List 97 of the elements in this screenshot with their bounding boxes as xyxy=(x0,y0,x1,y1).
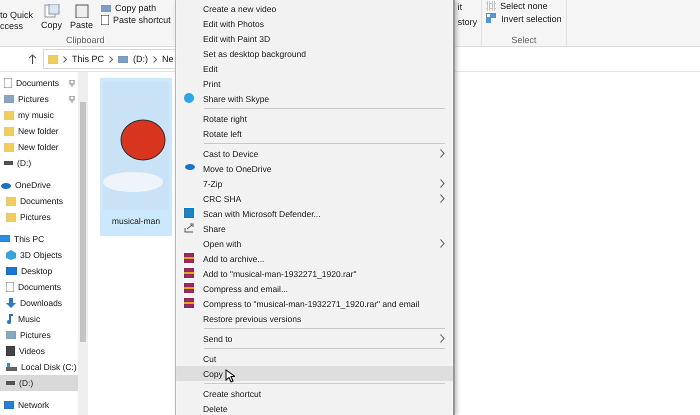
ribbon-button[interactable]: Select none xyxy=(486,0,548,12)
cloud-icon xyxy=(0,182,11,188)
monitor-icon xyxy=(0,234,10,244)
nav-item[interactable]: Network xyxy=(0,397,78,413)
menu-item[interactable]: Create a new video xyxy=(176,1,453,16)
menu-item[interactable]: Edit with Paint 3D xyxy=(176,31,453,46)
nav-item[interactable]: Downloads xyxy=(0,295,78,311)
drive-icon xyxy=(6,381,15,385)
menu-item[interactable]: Set as desktop background xyxy=(176,46,453,61)
menu-item[interactable]: Print xyxy=(176,76,453,91)
nav-item[interactable]: Pictures xyxy=(0,209,78,225)
download-icon xyxy=(6,298,16,308)
menu-item[interactable]: Copy xyxy=(176,366,453,381)
cube-icon xyxy=(6,250,16,260)
chevron-icon xyxy=(109,56,114,62)
archive-icon xyxy=(184,253,194,263)
music-note-icon xyxy=(6,314,14,324)
nav-item[interactable]: This PC xyxy=(0,231,78,247)
mouse-cursor-icon xyxy=(225,369,235,383)
nav-item[interactable]: Local Disk (C:) xyxy=(0,359,78,375)
ribbon-button[interactable]: Paste xyxy=(70,4,94,30)
menu-item[interactable]: Share xyxy=(176,221,453,236)
group-label: Select xyxy=(510,34,538,46)
file-tile[interactable]: musical-man xyxy=(100,78,172,236)
ribbon-label: ccess xyxy=(0,21,24,32)
share-icon xyxy=(184,223,194,233)
document-icon xyxy=(4,78,12,88)
scrollbar[interactable] xyxy=(78,72,88,415)
ribbon-label: to Quick xyxy=(0,10,34,21)
grid-icon xyxy=(486,13,498,24)
menu-item[interactable]: Rotate left xyxy=(176,126,453,141)
breadcrumb[interactable]: This PC xyxy=(72,54,104,64)
menu-item[interactable]: Restore previous versions xyxy=(176,311,453,326)
menu-item[interactable]: Scan with Microsoft Defender... xyxy=(176,206,453,221)
nav-item[interactable]: Pictures xyxy=(0,327,78,343)
chevron-icon xyxy=(63,56,67,62)
menu-item[interactable]: 7-Zip xyxy=(176,176,453,191)
ribbon-button[interactable]: Copy path xyxy=(101,2,171,14)
chevron-icon xyxy=(153,56,158,62)
archive-icon xyxy=(184,268,194,278)
nav-item[interactable]: New folder xyxy=(0,139,78,155)
nav-item[interactable]: New folder xyxy=(0,123,78,139)
nav-item[interactable]: Documents xyxy=(0,193,78,209)
grid-icon xyxy=(486,1,496,11)
menu-item[interactable]: Delete xyxy=(176,401,453,415)
copy-icon xyxy=(44,4,60,18)
menu-item[interactable]: Add to archive... xyxy=(176,251,453,266)
nav-item[interactable]: my music xyxy=(0,107,78,123)
network-icon xyxy=(4,401,14,409)
nav-item[interactable]: OneDrive xyxy=(0,177,78,193)
skype-icon xyxy=(184,93,194,103)
shield-icon xyxy=(184,208,194,218)
menu-item[interactable]: Share with Skype xyxy=(176,91,453,106)
drive-icon xyxy=(4,161,13,165)
menu-item[interactable]: Compress to "musical-man-1932271_1920.rar" and email xyxy=(176,296,453,311)
menu-item[interactable]: Create shortcut xyxy=(176,386,453,401)
nav-item[interactable]: (D:) xyxy=(0,375,78,391)
folder-icon xyxy=(48,54,58,64)
menu-item[interactable]: Cut xyxy=(176,351,453,366)
menu-item[interactable]: Cast to Device xyxy=(176,146,453,161)
cloud-icon xyxy=(184,163,195,170)
menu-item[interactable]: Edit xyxy=(176,61,453,76)
ribbon-button[interactable]: Copy xyxy=(41,4,62,30)
picture-icon xyxy=(6,331,16,339)
group-label: Clipboard xyxy=(65,34,106,46)
nav-item[interactable]: Music xyxy=(0,311,78,327)
menu-item[interactable]: Compress and email... xyxy=(176,281,453,296)
breadcrumb[interactable]: Ne xyxy=(162,54,174,64)
desktop-icon xyxy=(6,267,17,275)
archive-icon xyxy=(184,283,194,293)
ribbon-button[interactable]: Paste shortcut xyxy=(101,14,171,26)
breadcrumb[interactable]: (D:) xyxy=(133,54,148,64)
file-name: musical-man xyxy=(112,216,160,226)
up-arrow-icon[interactable] xyxy=(28,54,37,64)
menu-item[interactable]: Send to xyxy=(176,331,453,346)
ribbon-button[interactable]: Invert selection xyxy=(486,12,562,25)
nav-item[interactable]: Desktop xyxy=(0,263,78,279)
menu-item[interactable]: Rotate right xyxy=(176,111,453,126)
ribbon-label: it xyxy=(458,2,462,13)
menu-item[interactable]: CRC SHA xyxy=(176,191,453,206)
nav-item[interactable]: Documents xyxy=(0,75,78,91)
clipboard-icon xyxy=(74,4,89,18)
menu-item[interactable]: Open with xyxy=(176,236,453,251)
nav-item[interactable]: 3D Objects xyxy=(0,247,78,263)
menu-item[interactable]: Move to OneDrive xyxy=(176,161,453,176)
ribbon-label: story xyxy=(458,17,478,28)
document-icon xyxy=(6,282,14,292)
nav-item[interactable]: Videos xyxy=(0,343,78,359)
menu-item[interactable]: Edit with Photos xyxy=(176,16,453,31)
menu-item[interactable]: Add to "musical-man-1932271_1920.rar" xyxy=(176,266,453,281)
nav-item[interactable]: Documents xyxy=(0,279,78,295)
archive-icon xyxy=(184,298,194,308)
disk-icon xyxy=(6,363,17,371)
picture-icon xyxy=(4,95,14,103)
nav-item[interactable]: Pictures xyxy=(0,91,78,107)
film-icon xyxy=(6,346,15,356)
nav-item[interactable]: (D:) xyxy=(0,155,78,171)
